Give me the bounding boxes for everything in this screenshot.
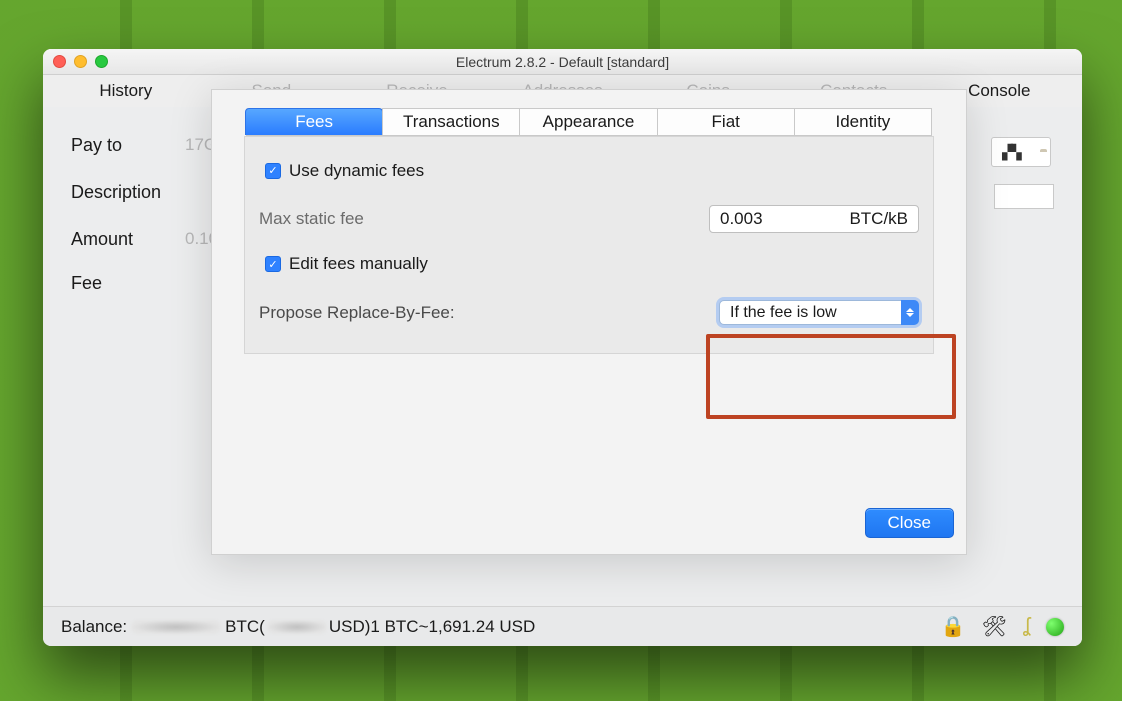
status-bar: Balance: BTC ( USD) 1 BTC~1,691.24 USD 🔒… (43, 606, 1082, 646)
payto-label: Pay to (71, 135, 171, 156)
balance-btc-redacted (131, 620, 221, 634)
seed-icon[interactable]: ʆ (1023, 615, 1030, 638)
rate-text: 1 BTC~1,691.24 USD (370, 617, 535, 637)
max-static-fee-input[interactable]: 0.003 BTC/kB (709, 205, 919, 233)
close-button[interactable]: Close (865, 508, 954, 538)
propose-rbf-label: Propose Replace-By-Fee: (259, 303, 455, 323)
usd-unit: USD) (329, 617, 371, 637)
zoom-window-icon[interactable] (95, 55, 108, 68)
lock-icon[interactable]: 🔒 (941, 614, 966, 639)
check-icon: ✓ (265, 163, 281, 179)
edit-fees-manually-checkbox[interactable]: ✓ Edit fees manually (265, 254, 428, 274)
max-static-fee-label: Max static fee (259, 209, 364, 229)
propose-rbf-value: If the fee is low (730, 304, 837, 322)
use-dynamic-fees-checkbox[interactable]: ✓ Use dynamic fees (265, 161, 424, 181)
use-dynamic-fees-label: Use dynamic fees (289, 161, 424, 181)
annotation-highlight (706, 334, 956, 419)
pref-tab-fiat[interactable]: Fiat (657, 108, 795, 135)
balance-usd-redacted (267, 620, 327, 634)
tab-history[interactable]: History (53, 75, 199, 107)
max-static-fee-value: 0.003 (720, 209, 763, 229)
pref-tabs: Fees Transactions Appearance Fiat Identi… (246, 108, 932, 136)
pref-body: ✓ Use dynamic fees Max static fee 0.003 … (244, 136, 934, 354)
edit-fees-manually-label: Edit fees manually (289, 254, 428, 274)
description-label: Description (71, 182, 171, 203)
max-static-fee-unit: BTC/kB (849, 209, 908, 229)
btc-unit: BTC (225, 617, 259, 637)
chevron-up-down-icon (901, 300, 919, 325)
amount-label: Amount (71, 229, 171, 250)
minimize-window-icon[interactable] (74, 55, 87, 68)
close-window-icon[interactable] (53, 55, 66, 68)
pref-tab-appearance[interactable]: Appearance (519, 108, 657, 135)
window-title: Electrum 2.8.2 - Default [standard] (456, 54, 669, 70)
pref-tab-identity[interactable]: Identity (794, 108, 932, 135)
titlebar: Electrum 2.8.2 - Default [standard] (43, 49, 1082, 75)
fee-label: Fee (71, 273, 171, 294)
open-paren: ( (259, 617, 265, 637)
qr-icon[interactable]: ▞▚ (1002, 144, 1020, 161)
app-window: Electrum 2.8.2 - Default [standard] Hist… (43, 49, 1082, 646)
payto-aux-buttons: ▞▚ (991, 137, 1051, 167)
pref-tab-transactions[interactable]: Transactions (382, 108, 520, 135)
description-input-right[interactable] (994, 184, 1054, 209)
tools-icon[interactable]: 🛠 (982, 614, 1007, 639)
window-controls (53, 55, 108, 68)
preferences-dialog: Fees Transactions Appearance Fiat Identi… (211, 89, 967, 555)
balance-label: Balance: (61, 617, 127, 637)
propose-rbf-select[interactable]: If the fee is low (719, 300, 919, 325)
pref-tab-fees[interactable]: Fees (245, 108, 383, 135)
network-status-led[interactable] (1046, 618, 1064, 636)
check-icon: ✓ (265, 256, 281, 272)
